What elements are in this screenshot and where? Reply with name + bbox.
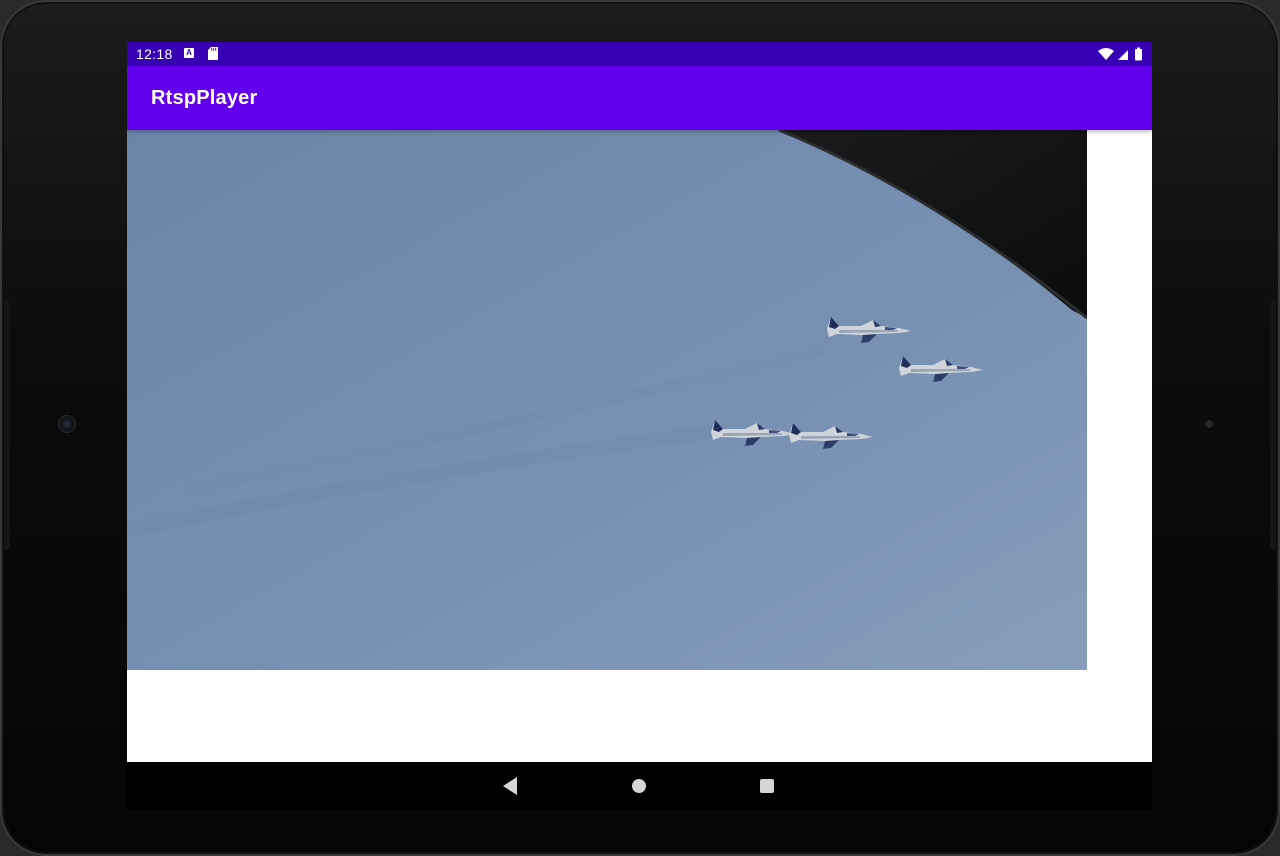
status-right-icons — [1098, 47, 1142, 61]
recents-icon[interactable] — [760, 779, 774, 793]
sd-card-icon — [208, 47, 218, 60]
battery-icon — [1135, 47, 1142, 61]
navigation-bar — [127, 762, 1152, 810]
video-frame — [127, 130, 1087, 670]
home-icon[interactable] — [632, 779, 646, 793]
app-title: RtspPlayer — [151, 87, 258, 109]
status-bar: 12:18 A — [127, 42, 1152, 66]
video-surface[interactable] — [127, 130, 1087, 670]
player-content — [127, 130, 1152, 762]
device-edge-left — [4, 300, 10, 550]
tablet-frame: 12:18 A RtspPlayer — [0, 0, 1280, 856]
screen: 12:18 A RtspPlayer — [127, 42, 1152, 810]
back-icon[interactable] — [503, 777, 517, 795]
app-notification-icon: A — [184, 48, 194, 58]
wifi-icon — [1098, 48, 1114, 60]
device-edge-right — [1270, 300, 1276, 550]
app-bar: RtspPlayer — [127, 66, 1152, 130]
status-time: 12:18 — [136, 46, 173, 62]
front-camera — [59, 416, 75, 432]
proximity-sensor — [1205, 420, 1213, 428]
cell-signal-icon — [1118, 50, 1128, 60]
